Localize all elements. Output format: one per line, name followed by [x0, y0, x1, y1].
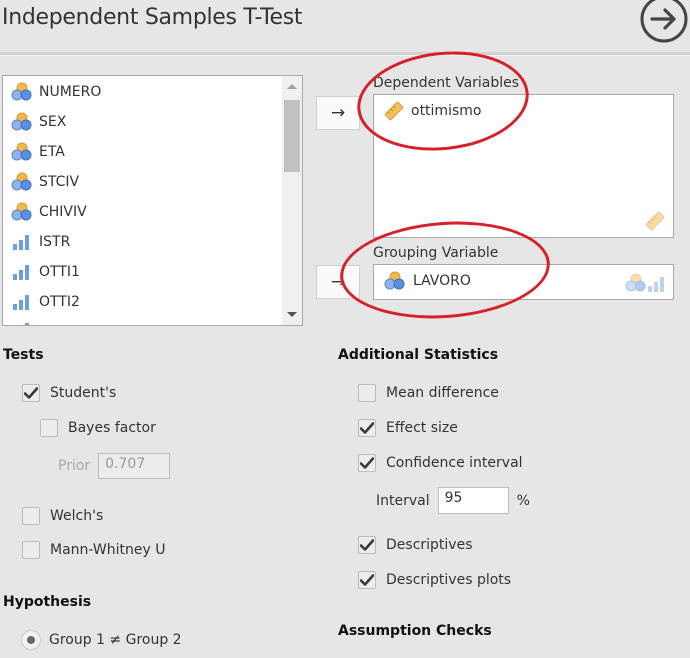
- list-item[interactable]: STCIV: [11, 170, 79, 194]
- ordinal-variable-icon: [11, 293, 33, 311]
- grouping-variable-label: Grouping Variable: [373, 245, 499, 261]
- nominal-variable-icon: [11, 82, 33, 102]
- descriptives-plots-checkbox[interactable]: [358, 571, 376, 589]
- descriptives-row[interactable]: Descriptives: [358, 536, 473, 554]
- nominal-icon: [625, 273, 647, 293]
- interval-label: Interval: [376, 492, 430, 509]
- interval-row: Interval 95 %: [376, 487, 530, 514]
- dependent-variables-box[interactable]: ottimismo: [373, 94, 674, 238]
- list-item[interactable]: ottimismo: [384, 101, 481, 121]
- nominal-variable-icon: [11, 112, 33, 132]
- mean-difference-label: Mean difference: [386, 385, 499, 401]
- nominal-variable-icon: [11, 172, 33, 192]
- assign-grouping-button[interactable]: →: [316, 265, 360, 299]
- variable-name: ETA: [39, 144, 65, 160]
- list-item[interactable]: OTTI2: [11, 290, 80, 314]
- radio-selected-dot: [27, 636, 35, 644]
- students-label: Student's: [50, 385, 117, 401]
- checkmark-icon: [24, 387, 38, 399]
- ordinal-variable-icon: [11, 321, 33, 326]
- nominal-variable-icon: [11, 202, 33, 222]
- arrow-right-icon: →: [330, 272, 346, 292]
- additional-statistics-heading: Additional Statistics: [338, 347, 499, 363]
- title-divider: [0, 52, 690, 56]
- dependent-variables-label: Dependent Variables: [373, 75, 520, 91]
- list-item[interactable]: SEX: [11, 110, 66, 134]
- scale-variable-icon: [384, 101, 404, 121]
- checkmark-icon: [360, 457, 374, 469]
- scrollbar-thumb[interactable]: [284, 100, 300, 172]
- descriptives-label: Descriptives: [386, 537, 473, 553]
- grouping-variable-box[interactable]: LAVORO: [373, 264, 674, 300]
- prior-row: Prior 0.707: [58, 453, 171, 479]
- descriptives-plots-label: Descriptives plots: [386, 572, 512, 588]
- list-item-partial: [11, 318, 39, 326]
- bayes-checkbox-row[interactable]: Bayes factor: [40, 419, 156, 437]
- scale-ruler-icon: [645, 211, 665, 231]
- variables-list[interactable]: NUMERO SEX ETA STCIV CHIVIV ISTR OTTI1 O…: [2, 75, 303, 326]
- ordinal-variable-icon: [11, 233, 33, 251]
- hypothesis-heading: Hypothesis: [3, 594, 92, 610]
- hypothesis-option[interactable]: Group 1 ≠ Group 2: [21, 630, 182, 650]
- effect-size-label: Effect size: [386, 420, 458, 436]
- arrow-right-icon: →: [330, 103, 346, 123]
- hypothesis-radio[interactable]: [21, 630, 41, 650]
- hypothesis-option-label: Group 1 ≠ Group 2: [49, 632, 182, 648]
- variable-name: OTTI2: [39, 294, 80, 310]
- variable-name: ottimismo: [411, 103, 482, 119]
- welch-label: Welch's: [50, 508, 104, 524]
- ordinal-variable-icon: [11, 263, 33, 281]
- prior-field[interactable]: 0.707: [98, 453, 171, 479]
- descriptives-checkbox[interactable]: [358, 536, 376, 554]
- page-title: Independent Samples T-Test: [2, 5, 303, 30]
- tests-heading: Tests: [3, 347, 44, 363]
- mean-difference-row[interactable]: Mean difference: [358, 384, 499, 402]
- list-scrollbar[interactable]: [282, 76, 302, 325]
- confidence-interval-checkbox[interactable]: [358, 454, 376, 472]
- list-item[interactable]: ISTR: [11, 230, 70, 254]
- nominal-variable-icon: [11, 142, 33, 162]
- variable-name: NUMERO: [39, 84, 102, 100]
- mann-whitney-checkbox-row[interactable]: Mann-Whitney U: [22, 541, 165, 559]
- checkmark-icon: [360, 539, 374, 551]
- checkmark-icon: [360, 422, 374, 434]
- run-analysis-button[interactable]: [640, 0, 688, 43]
- welch-checkbox-row[interactable]: Welch's: [22, 507, 103, 525]
- bayes-label: Bayes factor: [68, 420, 156, 436]
- effect-size-row[interactable]: Effect size: [358, 419, 458, 437]
- interval-unit: %: [516, 492, 530, 509]
- students-checkbox[interactable]: [22, 384, 40, 402]
- list-item[interactable]: NUMERO: [11, 80, 101, 104]
- confidence-interval-label: Confidence interval: [386, 455, 523, 471]
- assumption-checks-heading: Assumption Checks: [338, 623, 492, 639]
- mann-whitney-label: Mann-Whitney U: [50, 542, 166, 558]
- mean-difference-checkbox[interactable]: [358, 384, 376, 402]
- variable-name: STCIV: [39, 174, 80, 190]
- variable-name: CHIVIV: [39, 204, 87, 220]
- list-item[interactable]: OTTI1: [11, 260, 80, 284]
- bayes-checkbox[interactable]: [40, 419, 58, 437]
- ordinal-icon: [647, 275, 667, 293]
- list-item[interactable]: ETA: [11, 140, 65, 164]
- list-item[interactable]: LAVORO: [384, 271, 471, 291]
- variable-name: OTTI1: [39, 264, 80, 280]
- scroll-down-icon[interactable]: [287, 312, 297, 317]
- checkmark-icon: [360, 574, 374, 586]
- variable-name: LAVORO: [413, 273, 471, 289]
- descriptives-plots-row[interactable]: Descriptives plots: [358, 571, 511, 589]
- welch-checkbox[interactable]: [22, 507, 40, 525]
- list-item[interactable]: CHIVIV: [11, 200, 87, 224]
- variable-name: SEX: [39, 114, 67, 130]
- effect-size-checkbox[interactable]: [358, 419, 376, 437]
- confidence-interval-row[interactable]: Confidence interval: [358, 454, 523, 472]
- nominal-variable-icon: [384, 271, 406, 291]
- scroll-up-icon[interactable]: [287, 84, 297, 89]
- interval-field[interactable]: 95: [437, 487, 509, 514]
- mann-whitney-checkbox[interactable]: [22, 541, 40, 559]
- variable-name: ISTR: [39, 234, 71, 250]
- prior-label: Prior: [58, 458, 91, 474]
- students-checkbox-row[interactable]: Student's: [22, 384, 116, 402]
- assign-dependent-button[interactable]: →: [316, 96, 360, 130]
- arrow-circle-right-icon: [640, 0, 688, 43]
